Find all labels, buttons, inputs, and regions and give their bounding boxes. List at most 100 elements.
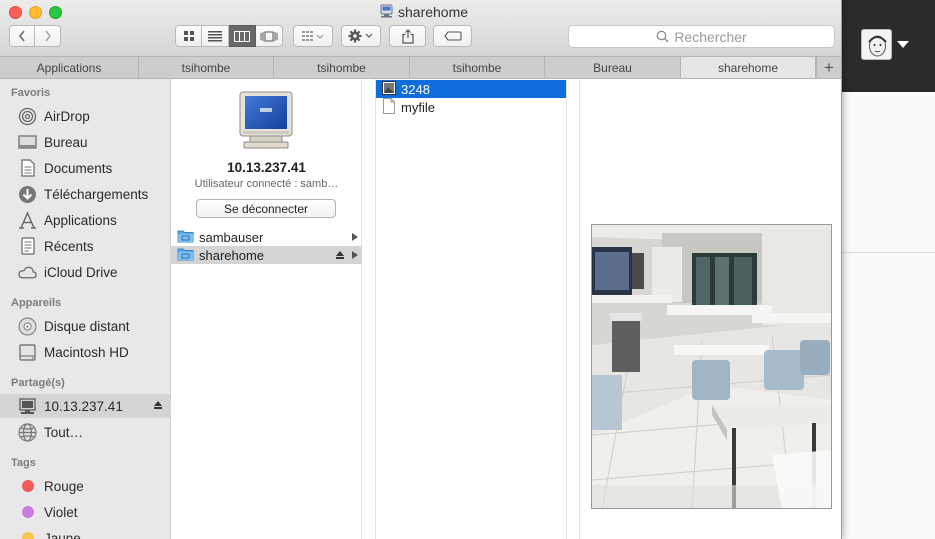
eject-icon[interactable] xyxy=(336,251,344,259)
shared-folder-icon xyxy=(177,229,194,246)
sidebar-item-label: Macintosh HD xyxy=(44,344,129,360)
tab-sharehome[interactable]: sharehome xyxy=(681,57,816,78)
avatar[interactable] xyxy=(861,29,892,60)
harddisk-icon xyxy=(18,343,37,362)
tab-label: tsihombe xyxy=(317,60,366,75)
sidebar-item-label: Applications xyxy=(44,212,117,228)
divider xyxy=(842,252,935,253)
server-name: 10.13.237.41 xyxy=(227,160,306,175)
search-icon xyxy=(656,30,669,43)
eject-icon[interactable] xyxy=(154,401,162,409)
server-icon xyxy=(18,397,37,416)
window-title: sharehome xyxy=(380,3,468,21)
list-view-button[interactable] xyxy=(202,25,229,47)
share-label: sambauser xyxy=(199,229,264,245)
sidebar-item-airdrop[interactable]: AirDrop xyxy=(0,104,170,128)
tab-bar: Applications tsihombe tsihombe tsihombe … xyxy=(0,56,841,79)
zoom-button[interactable] xyxy=(49,6,62,19)
chevron-down-icon[interactable] xyxy=(897,41,909,48)
share-button[interactable] xyxy=(389,25,426,47)
red-tag-icon xyxy=(22,480,34,492)
arrange-button[interactable] xyxy=(293,25,333,47)
tab-label: tsihombe xyxy=(181,60,231,75)
network-drive-icon xyxy=(380,4,393,21)
sidebar-tag-red[interactable]: Rouge xyxy=(0,474,170,498)
tag-button[interactable] xyxy=(433,25,472,47)
new-tab-button[interactable]: + xyxy=(816,57,841,78)
close-button[interactable] xyxy=(9,6,22,19)
title-bar: sharehome Rechercher xyxy=(0,0,841,56)
gear-icon xyxy=(348,29,373,43)
tab-bureau[interactable]: Bureau xyxy=(545,57,681,78)
sidebar-item-label: Bureau xyxy=(44,134,88,150)
recents-icon xyxy=(18,237,37,256)
sidebar-item-label: Documents xyxy=(44,160,113,176)
disconnect-button[interactable]: Se déconnecter xyxy=(196,199,336,218)
sidebar-item-bureau[interactable]: Bureau xyxy=(0,130,170,154)
file-row-3248[interactable]: 3248 xyxy=(376,80,566,98)
minimize-button[interactable] xyxy=(29,6,42,19)
tab-label: tsihombe xyxy=(452,60,502,75)
chevron-right-icon xyxy=(44,30,51,42)
server-monitor-icon xyxy=(238,91,294,152)
sidebar-item-remote-disc[interactable]: Disque distant xyxy=(0,314,170,338)
finder-window: sharehome Rechercher Applications tsihom… xyxy=(0,0,842,539)
action-button[interactable] xyxy=(341,25,381,47)
image-file-icon xyxy=(382,80,396,98)
sidebar-item-all-network[interactable]: Tout… xyxy=(0,420,170,444)
airdrop-icon xyxy=(18,107,37,126)
chevron-left-icon xyxy=(18,30,25,42)
arrange-icon xyxy=(302,31,324,41)
sidebar-section-favorites: Favoris xyxy=(11,87,51,99)
chevron-right-icon xyxy=(352,233,358,241)
preview-pane xyxy=(581,79,841,539)
gallery-view-button[interactable] xyxy=(256,25,283,47)
view-mode-group xyxy=(175,25,283,47)
sidebar-item-applications[interactable]: Applications xyxy=(0,208,170,232)
share-row-sharehome[interactable]: sharehome xyxy=(171,246,362,264)
file-row-myfile[interactable]: myfile xyxy=(376,97,566,117)
sidebar-item-label: Tout… xyxy=(44,424,84,440)
columns-icon xyxy=(234,30,250,42)
sidebar-item-recents[interactable]: Récents xyxy=(0,234,170,258)
documents-icon xyxy=(18,159,37,178)
sidebar-tag-purple[interactable]: Violet xyxy=(0,500,170,524)
list-icon xyxy=(208,30,222,41)
tab-applications[interactable]: Applications xyxy=(0,57,139,78)
sidebar-section-devices: Appareils xyxy=(11,297,62,309)
purple-tag-icon xyxy=(22,506,34,518)
grid-icon xyxy=(183,31,194,41)
server-status: Utilisateur connecté : samb… xyxy=(194,178,339,190)
tab-tsihombe-1[interactable]: tsihombe xyxy=(139,57,274,78)
downloads-icon xyxy=(18,185,37,204)
sidebar-item-server[interactable]: 10.13.237.41 xyxy=(0,394,170,418)
sidebar-item-label: Récents xyxy=(44,238,94,254)
desktop-icon xyxy=(18,133,37,152)
sidebar-section-shared: Partagé(s) xyxy=(11,377,65,389)
icon-view-button[interactable] xyxy=(175,25,202,47)
column-files: 3248 myfile xyxy=(375,79,567,539)
sidebar-item-downloads[interactable]: Téléchargements xyxy=(0,182,170,206)
sidebar-item-documents[interactable]: Documents xyxy=(0,156,170,180)
sidebar-tag-yellow[interactable]: Jaune xyxy=(0,526,170,539)
document-file-icon xyxy=(382,97,396,117)
tab-tsihombe-2[interactable]: tsihombe xyxy=(274,57,410,78)
sidebar-item-label: Disque distant xyxy=(44,318,130,334)
tab-tsihombe-3[interactable]: tsihombe xyxy=(410,57,545,78)
search-input[interactable]: Rechercher xyxy=(568,25,835,48)
image-preview[interactable] xyxy=(591,224,832,509)
column-spacer xyxy=(362,79,375,539)
sidebar-item-label: Jaune xyxy=(44,530,81,539)
sidebar-item-icloud[interactable]: iCloud Drive xyxy=(0,260,170,284)
sidebar-item-label: Rouge xyxy=(44,478,84,494)
column-view-button[interactable] xyxy=(229,25,256,47)
back-button[interactable] xyxy=(9,25,35,47)
column-spacer xyxy=(567,79,580,539)
disc-icon xyxy=(18,317,37,336)
tab-label: Bureau xyxy=(593,60,632,75)
share-row-sambauser[interactable]: sambauser xyxy=(171,228,362,246)
forward-button[interactable] xyxy=(35,25,61,47)
sidebar-item-macintosh-hd[interactable]: Macintosh HD xyxy=(0,340,170,364)
column-server: 10.13.237.41 Utilisateur connecté : samb… xyxy=(171,79,362,539)
shared-folder-icon xyxy=(177,247,194,264)
